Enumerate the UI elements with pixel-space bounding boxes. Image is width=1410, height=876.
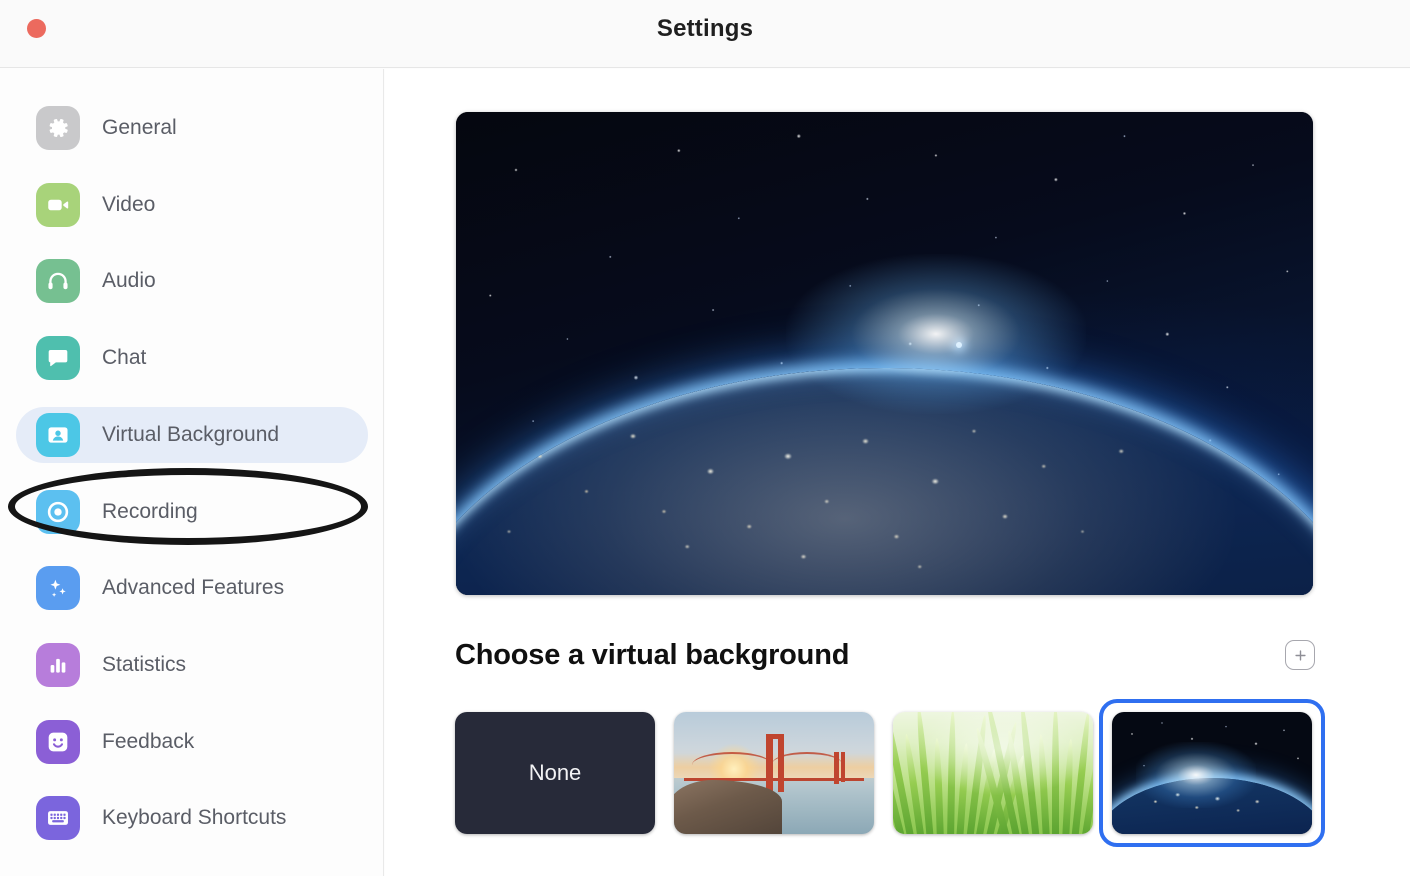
- background-thumbnail-earth[interactable]: [1099, 699, 1325, 847]
- sidebar-item-general[interactable]: General: [16, 100, 368, 156]
- thumbnail-image-bridge: [674, 712, 874, 834]
- smiley-face-icon: [48, 732, 68, 751]
- video-camera-icon: [48, 199, 69, 210]
- person-frame-icon: [36, 412, 80, 457]
- sidebar-item-advanced-features[interactable]: Advanced Features: [16, 560, 368, 616]
- thumbnail-image-none: None: [455, 712, 655, 834]
- choose-background-section-header: Choose a virtual background: [455, 629, 1315, 681]
- record-circle-icon: [47, 501, 69, 522]
- sidebar-item-label: Audio: [102, 269, 156, 293]
- sidebar-item-label: Statistics: [102, 652, 187, 676]
- sidebar-item-label: Chat: [102, 346, 147, 370]
- sidebar-item-audio[interactable]: Audio: [16, 253, 368, 309]
- sidebar-item-label: Recording: [102, 499, 198, 523]
- person-frame-icon: [48, 427, 68, 443]
- sidebar-item-label: Virtual Background: [102, 422, 280, 446]
- sparkles-icon: [36, 566, 80, 611]
- bridge-tower-far: [834, 752, 839, 784]
- thumbnail-image-grass: [893, 712, 1093, 834]
- video-camera-icon: [36, 182, 80, 227]
- window-title: Settings: [656, 15, 754, 42]
- smiley-face-icon: [36, 719, 80, 764]
- sun-flare: [1136, 742, 1256, 809]
- settings-sidebar[interactable]: General Video Audio Chat Virtual Background R…: [0, 69, 384, 876]
- bar-chart-icon: [36, 642, 80, 687]
- chat-bubble-icon: [48, 350, 68, 367]
- background-thumbnail-grass[interactable]: [893, 712, 1093, 834]
- video-preview[interactable]: [456, 112, 1313, 595]
- bridge-tower-far: [841, 752, 845, 782]
- sidebar-item-video[interactable]: Video: [16, 177, 368, 233]
- bridge-cliff: [674, 780, 782, 834]
- background-thumbnail-bridge[interactable]: [674, 712, 874, 834]
- section-title: Choose a virtual background: [455, 638, 850, 671]
- background-thumbnail-list[interactable]: None: [455, 699, 1325, 847]
- keyboard-icon: [36, 796, 80, 841]
- sparkles-icon: [50, 579, 66, 598]
- bar-chart-icon: [50, 658, 66, 673]
- earth-globe: [456, 367, 1313, 595]
- plus-icon: [1294, 649, 1306, 661]
- sidebar-item-feedback[interactable]: Feedback: [16, 714, 368, 770]
- chat-bubble-icon: [36, 336, 80, 381]
- sidebar-item-recording[interactable]: Recording: [16, 484, 368, 540]
- sidebar-item-label: General: [102, 116, 177, 139]
- headphones-icon: [48, 273, 68, 290]
- bridge-cable: [692, 752, 772, 778]
- headphones-icon: [36, 259, 80, 304]
- add-background-button[interactable]: [1285, 640, 1315, 670]
- earth-city-lights: [456, 380, 1223, 595]
- sidebar-item-label: Keyboard Shortcuts: [102, 806, 287, 830]
- sidebar-item-statistics[interactable]: Statistics: [16, 637, 368, 693]
- settings-window: Settings General Video Audio Chat Virtual Ba…: [0, 0, 1410, 876]
- grass-highlight: [893, 712, 1093, 834]
- gear-icon: [49, 118, 68, 138]
- window-titlebar: Settings: [0, 0, 1410, 68]
- gear-icon: [36, 106, 80, 150]
- sidebar-item-label: Video: [102, 192, 156, 216]
- bridge-tower: [778, 734, 784, 792]
- thumbnail-label-none: None: [528, 760, 582, 785]
- bridge-tower: [766, 734, 773, 796]
- thumbnail-image-earth: [1112, 712, 1312, 834]
- sidebar-item-label: Advanced Features: [102, 576, 285, 600]
- bright-star-icon: [956, 342, 962, 348]
- sidebar-item-keyboard-shortcuts[interactable]: Keyboard Shortcuts: [16, 790, 368, 846]
- background-thumbnail-none[interactable]: None: [455, 712, 655, 834]
- sidebar-item-chat[interactable]: Chat: [16, 330, 368, 386]
- sidebar-item-label: Feedback: [102, 729, 195, 753]
- record-circle-icon: [36, 489, 80, 534]
- sidebar-item-virtual-background[interactable]: Virtual Background: [16, 406, 368, 463]
- keyboard-icon: [48, 811, 68, 826]
- settings-main-panel: Choose a virtual background None: [385, 69, 1410, 876]
